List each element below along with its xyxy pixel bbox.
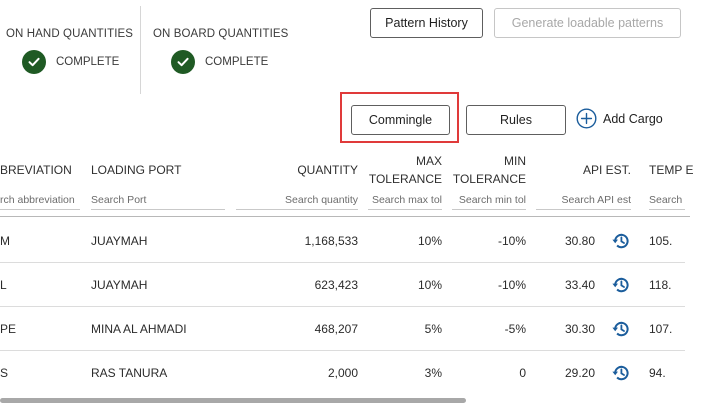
cell-quantity: 1,168,533 <box>304 234 358 248</box>
history-icon[interactable] <box>611 231 631 251</box>
column-header-api-est[interactable]: API EST. <box>583 162 631 179</box>
cell-max-tolerance: 3% <box>424 366 442 380</box>
cell-abbreviation: PE <box>0 322 17 336</box>
cell-quantity: 623,423 <box>314 278 358 292</box>
generate-loadable-patterns-button[interactable]: Generate loadable patterns <box>494 8 681 38</box>
cell-abbreviation: M <box>0 234 10 248</box>
search-quantity-input[interactable] <box>236 191 358 210</box>
cell-quantity: 468,207 <box>314 322 358 336</box>
column-header-max-tolerance-line1[interactable]: MAX <box>416 153 442 170</box>
column-header-max-tolerance-line2[interactable]: TOLERANCE <box>369 171 442 188</box>
row-divider <box>0 306 685 307</box>
check-icon <box>171 50 195 74</box>
cell-api-est: 30.80 <box>564 234 595 248</box>
search-api-est-input[interactable] <box>536 191 631 210</box>
search-temp-est-input[interactable] <box>649 191 685 210</box>
history-icon[interactable] <box>611 319 631 339</box>
cell-loading-port: JUAYMAH <box>91 278 148 292</box>
plus-circle-icon <box>576 108 597 129</box>
cell-quantity: 2,000 <box>327 366 358 380</box>
row-divider <box>0 350 685 351</box>
cell-loading-port: MINA AL AHMADI <box>91 322 187 336</box>
cell-api-est: 30.30 <box>564 322 595 336</box>
search-max-tol-input[interactable] <box>368 191 442 210</box>
column-header-loading-port[interactable]: LOADING PORT <box>91 162 181 179</box>
cell-max-tolerance: 10% <box>417 234 442 248</box>
column-header-min-tolerance-line2[interactable]: TOLERANCE <box>453 171 526 188</box>
cell-abbreviation: S <box>0 366 9 380</box>
cell-max-tolerance: 10% <box>417 278 442 292</box>
check-icon <box>22 50 46 74</box>
history-icon[interactable] <box>611 363 631 383</box>
rules-button[interactable]: Rules <box>466 105 566 135</box>
table-header-divider <box>0 216 690 217</box>
on-hand-status: ON HAND QUANTITIES COMPLETE <box>6 28 133 74</box>
on-board-label: ON BOARD QUANTITIES <box>153 28 289 40</box>
cell-temp-est: 118. <box>649 278 672 292</box>
cell-min-tolerance: -5% <box>504 322 526 336</box>
cell-loading-port: JUAYMAH <box>91 234 148 248</box>
cell-api-est: 33.40 <box>564 278 595 292</box>
on-hand-label: ON HAND QUANTITIES <box>6 28 134 40</box>
cell-loading-port: RAS TANURA <box>91 366 168 380</box>
cell-temp-est: 107. <box>649 322 673 336</box>
commingle-button[interactable]: Commingle <box>351 105 450 135</box>
cell-min-tolerance: 0 <box>519 366 526 380</box>
cell-temp-est: 94. <box>649 366 666 380</box>
add-cargo-button[interactable]: Add Cargo <box>576 108 663 129</box>
pattern-history-button[interactable]: Pattern History <box>370 8 483 38</box>
cell-min-tolerance: -10% <box>497 278 526 292</box>
horizontal-scrollbar-thumb[interactable] <box>0 398 466 403</box>
column-header-quantity[interactable]: QUANTITY <box>297 162 358 179</box>
on-hand-state: COMPLETE <box>56 56 120 68</box>
row-divider <box>0 262 685 263</box>
search-port-input[interactable] <box>91 191 225 210</box>
column-header-abbreviation[interactable]: BREVIATION <box>0 162 72 179</box>
column-header-temp-est[interactable]: TEMP E <box>649 162 693 179</box>
search-abbreviation-input[interactable] <box>0 191 80 210</box>
cell-abbreviation: L <box>0 278 7 292</box>
status-divider <box>140 6 141 94</box>
column-header-min-tolerance-line1[interactable]: MIN <box>504 153 526 170</box>
add-cargo-label: Add Cargo <box>603 111 663 126</box>
on-board-status: ON BOARD QUANTITIES COMPLETE <box>153 28 288 74</box>
search-min-tol-input[interactable] <box>452 191 526 210</box>
cell-api-est: 29.20 <box>564 366 595 380</box>
history-icon[interactable] <box>611 275 631 295</box>
cell-max-tolerance: 5% <box>424 322 442 336</box>
on-board-state: COMPLETE <box>205 56 269 68</box>
cell-min-tolerance: -10% <box>497 234 526 248</box>
cell-temp-est: 105. <box>649 234 673 248</box>
